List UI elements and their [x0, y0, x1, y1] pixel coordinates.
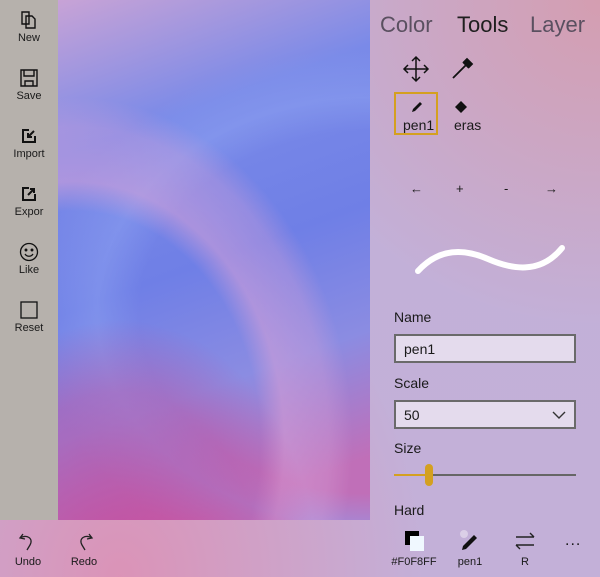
brush-label: pen1 [403, 117, 435, 133]
redo-button[interactable]: Redo [66, 530, 102, 568]
size-label: Size [394, 440, 422, 456]
remove-brush-button[interactable]: - [504, 181, 508, 196]
scale-value: 50 [404, 407, 420, 423]
color-swatch-icon [403, 530, 425, 552]
export-button[interactable]: Expor [0, 174, 58, 226]
next-brush-button[interactable]: → [545, 181, 558, 196]
color-button[interactable]: #F0F8FF [390, 530, 438, 568]
drawing-canvas[interactable] [58, 0, 370, 520]
sidebar: New Save Import Expor Like Reset [0, 0, 58, 520]
import-label: Import [13, 148, 45, 160]
like-button[interactable]: Like [0, 232, 58, 284]
save-label: Save [16, 90, 42, 102]
pencil-icon [460, 530, 477, 550]
size-slider[interactable] [394, 464, 576, 486]
move-icon[interactable] [402, 55, 430, 83]
undo-button[interactable]: Undo [10, 530, 46, 568]
undo-label: Undo [14, 556, 42, 568]
pen-label: pen1 [457, 556, 483, 568]
export-icon [22, 187, 36, 201]
eraser-icon [455, 101, 467, 113]
new-document-icon [21, 11, 36, 29]
scale-label: Scale [394, 375, 430, 391]
reset-square-icon [20, 301, 38, 319]
new-label: New [17, 32, 40, 44]
import-button[interactable]: Import [0, 116, 58, 168]
prev-brush-button[interactable]: ← [410, 181, 423, 196]
name-input[interactable]: pen1 [394, 334, 576, 363]
chevron-down-icon [552, 411, 566, 419]
brush-label: eras [454, 117, 482, 133]
name-label: Name [394, 309, 432, 325]
pencil-icon [412, 102, 422, 112]
new-button[interactable]: New [0, 0, 58, 52]
brush-eraser[interactable]: eras [446, 92, 490, 135]
save-icon [20, 69, 38, 87]
scale-select[interactable]: 50 [394, 400, 576, 429]
swap-label: R [521, 556, 529, 568]
color-label: #F0F8FF [391, 556, 437, 568]
reset-label: Reset [14, 322, 44, 334]
redo-label: Redo [70, 556, 98, 568]
save-button[interactable]: Save [0, 58, 58, 110]
brush-preview [415, 245, 565, 274]
swap-arrows-icon [515, 532, 535, 550]
current-pen-button[interactable]: pen1 [452, 530, 488, 568]
reset-button[interactable]: Reset [0, 290, 58, 342]
tab-tools[interactable]: Tools [457, 12, 508, 38]
redo-icon [80, 533, 94, 551]
brush-pen1[interactable]: pen1 [394, 92, 438, 135]
eyedropper-icon[interactable] [450, 57, 474, 81]
smiley-icon [19, 242, 39, 262]
undo-icon [18, 533, 32, 551]
tab-color[interactable]: Color [380, 12, 433, 38]
size-slider-thumb[interactable] [425, 464, 433, 486]
more-button[interactable]: ... [565, 532, 581, 550]
tab-layer[interactable]: Layer [530, 12, 585, 38]
export-label: Expor [14, 206, 44, 218]
add-brush-button[interactable]: + [456, 181, 464, 196]
import-icon [22, 129, 36, 143]
hard-label: Hard [394, 502, 425, 518]
swap-button[interactable]: R [510, 530, 540, 568]
like-label: Like [18, 264, 40, 276]
